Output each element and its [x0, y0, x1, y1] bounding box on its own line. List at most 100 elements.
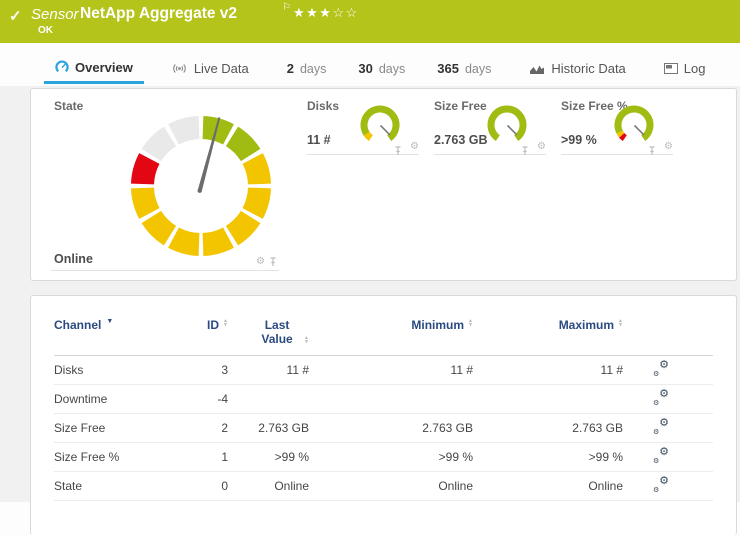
tab-label: Historic Data — [551, 61, 625, 76]
table-row-downtime[interactable]: Downtime -4 ⚙⚙ — [54, 385, 713, 414]
table-row-size-free[interactable]: Size Free 2 2.763 GB 2.763 GB 2.763 GB ⚙… — [54, 414, 713, 443]
col-header-maximum[interactable]: Maximum ▲▼ — [473, 318, 623, 332]
minimum-value: >99 % — [309, 450, 473, 464]
log-table-icon — [664, 63, 678, 74]
object-type-label: Sensor — [31, 6, 79, 23]
state-gauge — [121, 106, 281, 266]
tab-overview[interactable]: Overview — [44, 53, 144, 84]
maximum-value: 2.763 GB — [473, 421, 623, 435]
tab-historic-data[interactable]: Historic Data — [518, 53, 636, 84]
channel-settings-icon[interactable]: ⚙⚙ — [653, 363, 669, 378]
tab-365-days[interactable]: 365 days — [426, 53, 502, 84]
channel-name: State — [54, 479, 174, 493]
col-label: Maximum — [559, 318, 614, 332]
state-gauge-label: State — [54, 99, 83, 113]
pin-icon[interactable] — [269, 257, 277, 267]
flag-icon[interactable]: ⚐ — [282, 2, 291, 13]
mini-gauge-size-free: Size Free 2.763 GB ⚙ — [434, 99, 546, 155]
col-label: Minimum — [411, 318, 464, 332]
minimum-value: 2.763 GB — [309, 421, 473, 435]
last-value: 2.763 GB — [228, 421, 309, 435]
mini-gauge-size-free-pct: Size Free % >99 % ⚙ — [561, 99, 673, 155]
table-header-row: Channel ▼ ID ▲▼ Last Value ▲▼ Minimum ▲▼… — [54, 318, 713, 356]
channel-settings-icon[interactable]: ⚙⚙ — [653, 450, 669, 465]
disks-gauge — [358, 103, 402, 149]
channel-id: 1 — [174, 450, 228, 464]
last-value: >99 % — [228, 450, 309, 464]
gear-icon[interactable]: ⚙ — [664, 142, 673, 152]
state-value: Online — [54, 252, 93, 266]
tab-label: 365 — [437, 61, 459, 76]
col-label: Last Value — [254, 318, 300, 346]
status-check-icon: ✓ — [9, 7, 22, 25]
last-value: 11 # — [228, 363, 309, 377]
tab-unit: days — [300, 62, 326, 76]
pin-icon[interactable] — [394, 146, 402, 156]
channel-settings-icon[interactable]: ⚙⚙ — [653, 421, 669, 436]
channel-id: 3 — [174, 363, 228, 377]
channel-settings-icon[interactable]: ⚙⚙ — [653, 479, 669, 494]
gauge-value: >99 % — [561, 133, 597, 147]
tab-settings[interactable]: ⚙ Settings — [733, 53, 740, 84]
col-header-last-value[interactable]: Last Value ▲▼ — [228, 318, 309, 346]
tab-bar: Overview Live Data 2 days 30 days 365 da… — [0, 53, 740, 84]
gauge-value: 11 # — [307, 133, 331, 147]
tab-label: 30 — [358, 61, 372, 76]
channel-id: 0 — [174, 479, 228, 493]
channel-name: Size Free — [54, 421, 174, 435]
channel-settings-icon[interactable]: ⚙⚙ — [653, 392, 669, 407]
gauge-label: Size Free — [434, 99, 487, 113]
live-signal-icon — [171, 62, 188, 75]
tab-unit: days — [379, 62, 405, 76]
size-free-gauge — [485, 103, 529, 149]
table-row-size-free-pct[interactable]: Size Free % 1 >99 % >99 % >99 % ⚙⚙ — [54, 443, 713, 472]
tab-label: 2 — [287, 61, 294, 76]
col-header-channel[interactable]: Channel ▼ — [54, 318, 174, 332]
channel-name: Size Free % — [54, 450, 174, 464]
gauge-value: 2.763 GB — [434, 133, 488, 147]
sensor-header-bar: ✓ Sensor NetApp Aggregate v2 ⚐ ★★★☆☆ OK — [0, 0, 740, 43]
area-chart-icon — [529, 63, 545, 75]
overview-gauges-panel: State Online ⚙ Disks — [30, 88, 737, 281]
gear-icon[interactable]: ⚙ — [256, 257, 265, 267]
minimum-value: 11 # — [309, 363, 473, 377]
last-value: Online — [228, 479, 309, 493]
gauge-icon — [55, 60, 69, 74]
table-row-disks[interactable]: Disks 3 11 # 11 # 11 # ⚙⚙ — [54, 356, 713, 385]
tab-30-days[interactable]: 30 days — [347, 53, 416, 84]
tab-log[interactable]: Log — [653, 53, 717, 84]
tab-2-days[interactable]: 2 days — [276, 53, 338, 84]
channel-table-panel: Channel ▼ ID ▲▼ Last Value ▲▼ Minimum ▲▼… — [30, 295, 737, 535]
pin-icon[interactable] — [648, 146, 656, 156]
tab-label: Live Data — [194, 61, 249, 76]
priority-stars[interactable]: ★★★☆☆ — [293, 5, 359, 21]
gear-icon[interactable]: ⚙ — [537, 142, 546, 152]
state-value-row: Online ⚙ — [51, 250, 279, 271]
sort-icon: ▲▼ — [304, 336, 309, 344]
sort-icon: ▲▼ — [618, 319, 623, 327]
col-label: ID — [207, 318, 219, 332]
col-header-id[interactable]: ID ▲▼ — [174, 318, 228, 332]
maximum-value: Online — [473, 479, 623, 493]
sort-active-icon: ▼ — [106, 318, 113, 325]
gear-icon[interactable]: ⚙ — [410, 142, 419, 152]
maximum-value: 11 # — [473, 363, 623, 377]
tab-label: Log — [684, 61, 706, 76]
col-label: Channel — [54, 318, 101, 332]
tab-live-data[interactable]: Live Data — [160, 53, 260, 84]
channel-name: Downtime — [54, 392, 174, 406]
channel-id: 2 — [174, 421, 228, 435]
sensor-title: NetApp Aggregate v2 — [80, 5, 237, 23]
channel-name: Disks — [54, 363, 174, 377]
table-row-state[interactable]: State 0 Online Online Online ⚙⚙ — [54, 472, 713, 501]
col-header-minimum[interactable]: Minimum ▲▼ — [309, 318, 473, 332]
minimum-value: Online — [309, 479, 473, 493]
mini-gauge-disks: Disks 11 # ⚙ — [307, 99, 419, 155]
channel-id: -4 — [174, 392, 228, 406]
channel-table: Channel ▼ ID ▲▼ Last Value ▲▼ Minimum ▲▼… — [31, 296, 736, 501]
pin-icon[interactable] — [521, 146, 529, 156]
tab-label: Overview — [75, 60, 133, 75]
gauge-label: Disks — [307, 99, 339, 113]
status-badge: OK — [38, 25, 53, 36]
maximum-value: >99 % — [473, 450, 623, 464]
